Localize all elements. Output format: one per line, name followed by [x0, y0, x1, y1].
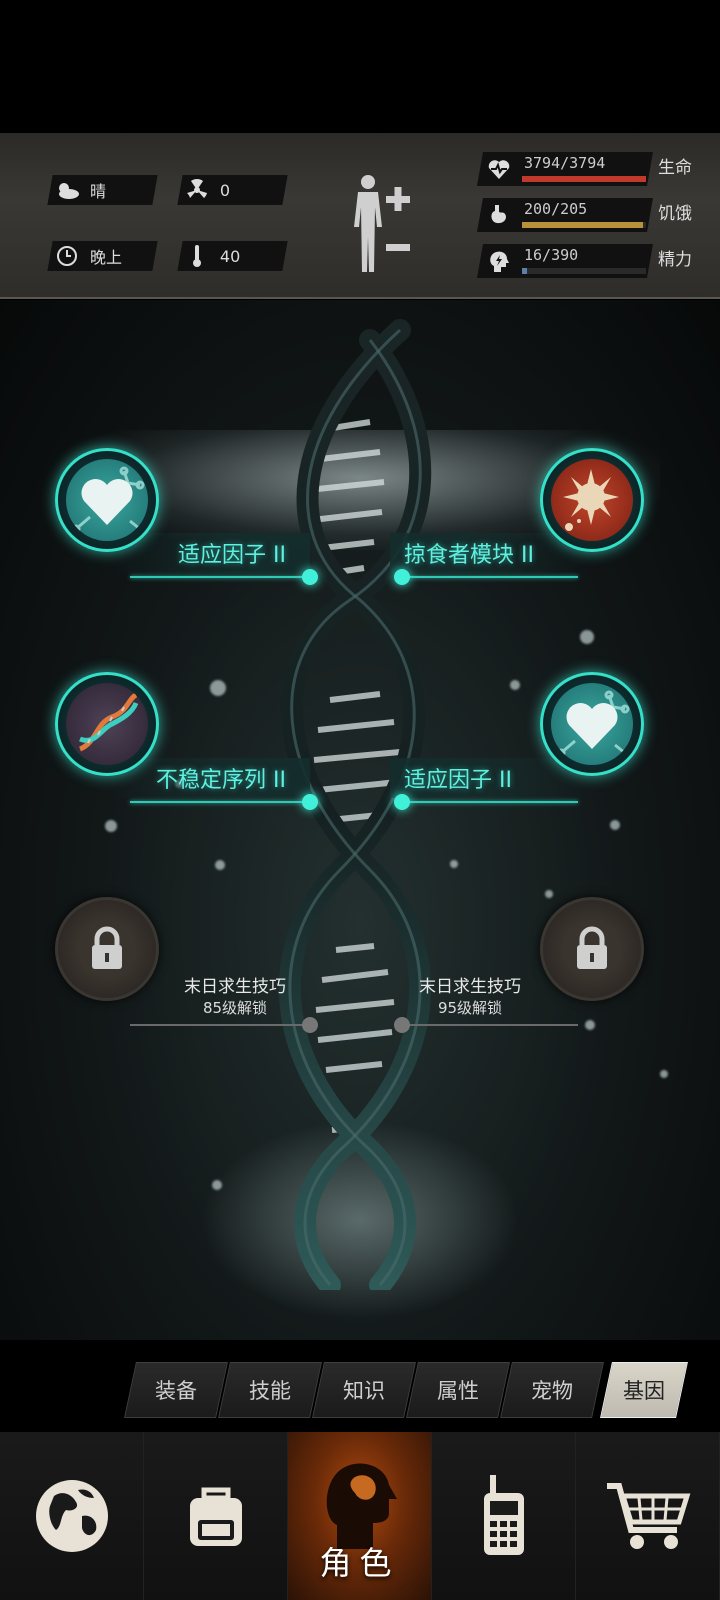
hunger-label: 饥饿 [658, 204, 692, 224]
radiation-chip: 0 [177, 175, 288, 205]
body-status-icon[interactable] [350, 172, 420, 282]
gene-slot-2-connector [394, 569, 410, 585]
energy-head-icon [490, 251, 509, 272]
character-tabs: 装备 技能 知识 属性 宠物 基因 [124, 1362, 688, 1420]
cart-icon [606, 1483, 690, 1549]
nav-map[interactable] [0, 1432, 144, 1600]
gene-slot-5-text: 末日求生技巧 85级解锁 [170, 977, 300, 1019]
gene-slot-5-name: 末日求生技巧 [184, 977, 286, 997]
hunger-bar-fill [522, 222, 644, 228]
tab-skills[interactable]: 技能 [218, 1362, 322, 1418]
gene-slot-5[interactable] [55, 897, 159, 1001]
gene-slot-6-name: 末日求生技巧 [419, 977, 521, 997]
weather-value: 晴 [90, 182, 107, 201]
energy-bar [522, 268, 646, 274]
hunger-value: 200/205 [524, 200, 588, 218]
gene-slot-2[interactable] [540, 448, 644, 552]
tab-knowledge[interactable]: 知识 [312, 1362, 416, 1418]
health-label: 生命 [658, 158, 692, 178]
walkie-talkie-icon [483, 1475, 524, 1555]
gene-slot-5-unlock: 85级解锁 [202, 999, 268, 1017]
energy-bar-fill [522, 268, 528, 274]
gene-slot-6-text: 末日求生技巧 95级解锁 [405, 977, 535, 1019]
gene-slot-6[interactable] [540, 897, 644, 1001]
weather-chip: 晴 [47, 175, 158, 205]
time-chip: 晚上 [47, 241, 158, 271]
lock-icon [66, 908, 148, 990]
heart-cell-icon [551, 683, 633, 765]
dna-strand-icon [66, 683, 148, 765]
spiked-virus-icon [551, 459, 633, 541]
time-value: 晚上 [90, 248, 123, 267]
nav-character[interactable]: 角色 [288, 1432, 432, 1600]
hunger-bar [522, 222, 646, 228]
gene-slot-6-unlock: 95级解锁 [437, 999, 503, 1017]
vital-hunger: 200/205 饥饿 [477, 198, 700, 236]
stomach-icon [491, 205, 507, 224]
tab-genes[interactable]: 基因 [600, 1362, 688, 1418]
energy-label: 精力 [658, 250, 692, 270]
nav-inventory[interactable] [144, 1432, 288, 1600]
gene-slot-3[interactable] [55, 672, 159, 776]
temperature-chip: 40 [177, 241, 288, 271]
radiation-value: 0 [220, 180, 231, 200]
backpack-icon [189, 1487, 242, 1546]
tab-pets[interactable]: 宠物 [500, 1362, 604, 1418]
nav-character-label: 角色 [319, 1544, 400, 1582]
heart-pulse-icon [488, 160, 510, 179]
gene-slot-4-label: 适应因子 II [390, 758, 585, 798]
dna-helix [278, 319, 432, 1290]
gene-slot-1-connector [302, 569, 318, 585]
heart-cell-icon [66, 459, 148, 541]
health-value: 3794/3794 [524, 154, 606, 172]
gene-slot-4-connector [394, 794, 410, 810]
gene-slot-1[interactable] [55, 448, 159, 552]
clock-icon [50, 245, 84, 267]
nav-radio[interactable] [432, 1432, 576, 1600]
sun-cloud-icon [50, 180, 84, 200]
energy-value: 16/390 [524, 246, 579, 264]
gene-slot-6-connector [394, 1017, 410, 1033]
globe-icon [35, 1480, 108, 1552]
gene-slot-5-connector [302, 1017, 318, 1033]
lock-icon [551, 908, 633, 990]
tab-equipment[interactable]: 装备 [124, 1362, 228, 1418]
thermometer-icon [180, 244, 214, 268]
vital-energy: 16/390 精力 [477, 244, 700, 282]
gene-slot-3-connector [302, 794, 318, 810]
health-bar-fill [522, 176, 646, 182]
temperature-value: 40 [220, 246, 241, 266]
vital-health: 3794/3794 生命 [477, 152, 700, 190]
tab-attributes[interactable]: 属性 [406, 1362, 510, 1418]
nav-shop[interactable] [576, 1432, 720, 1600]
gene-panel: 适应因子 II 掠食者模块 II 不稳定序列 II 适应因子 II 末日求生技巧… [0, 300, 720, 1340]
gene-slot-4[interactable] [540, 672, 644, 776]
health-bar [522, 176, 646, 182]
radiation-icon [180, 179, 214, 201]
character-icon [326, 1463, 397, 1549]
gene-slot-2-label: 掠食者模块 II [390, 533, 585, 573]
bottom-nav: 角色 [0, 1432, 720, 1600]
